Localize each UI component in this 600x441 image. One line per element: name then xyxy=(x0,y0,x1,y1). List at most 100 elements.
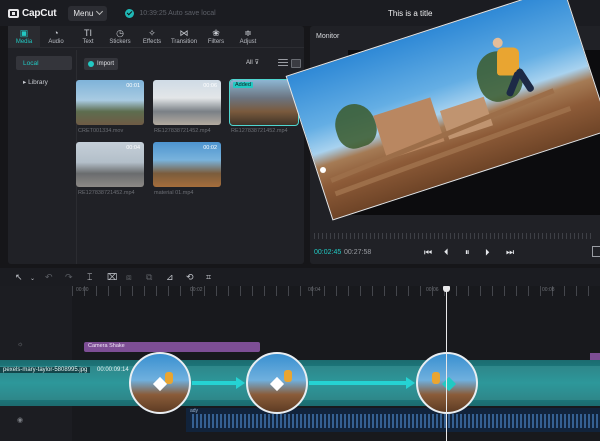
subnav-local[interactable]: Local xyxy=(16,56,72,70)
crop-icon[interactable]: ⌗ xyxy=(206,272,211,282)
media-clip-thumbnail[interactable]: 00:04 xyxy=(76,142,144,187)
list-view-icon[interactable] xyxy=(278,59,288,68)
audio-track-icon[interactable]: ◉ xyxy=(17,416,23,424)
clip-name: material 01.mp4 xyxy=(154,190,194,196)
keyframe-diamond-icon[interactable] xyxy=(269,376,285,392)
keyframe-zoom xyxy=(416,352,478,414)
filters-icon: ❀ xyxy=(212,28,220,38)
playhead-handle[interactable] xyxy=(443,286,450,292)
cover-icon[interactable]: ☼ xyxy=(17,341,23,348)
redo-icon[interactable]: ↷ xyxy=(65,272,73,282)
keyframe-zoom xyxy=(246,352,308,414)
media-clip-thumbnail[interactable]: 00:01 xyxy=(76,80,144,125)
filter-dropdown[interactable]: All ⊽ xyxy=(246,59,260,67)
media-subnav: Local ▸ Library xyxy=(16,56,72,94)
menu-button[interactable]: Menu xyxy=(68,5,108,21)
tab-label: Text xyxy=(82,39,94,45)
ruler-label: 00:08 xyxy=(542,287,555,293)
tab-audio[interactable]: ◔ Audio xyxy=(40,26,72,48)
project-title[interactable]: This is a title xyxy=(388,9,432,18)
tab-media[interactable]: ▣ Media xyxy=(8,26,40,48)
tab-stickers[interactable]: ◷ Stickers xyxy=(104,26,136,48)
tab-label: Transition xyxy=(170,39,198,45)
keyframe-zoom xyxy=(129,352,191,414)
split-icon[interactable]: ⌶ xyxy=(87,272,92,282)
pause-icon[interactable]: ⏸ xyxy=(465,248,470,257)
media-clip-thumbnail[interactable]: 00:02 xyxy=(153,142,221,187)
check-circle-icon xyxy=(125,8,135,18)
clip-duration: 00:06 xyxy=(203,83,217,89)
audio-icon: ◔ xyxy=(53,28,59,38)
filter-label: All xyxy=(246,59,253,66)
menu-label: Menu xyxy=(73,8,94,18)
clip-duration: 00:02 xyxy=(203,145,217,151)
grid-view-icon[interactable] xyxy=(291,59,301,68)
clip-duration: 00:01 xyxy=(126,83,140,89)
media-clip-thumbnail[interactable]: Added xyxy=(229,79,299,126)
mirror-icon[interactable]: ⊿ xyxy=(166,272,174,282)
skater xyxy=(284,370,292,382)
delete-icon[interactable]: ⌧ xyxy=(107,272,117,282)
reverse-icon[interactable]: ⧉ xyxy=(146,272,152,282)
ruler-label: 00:04 xyxy=(308,287,321,293)
tab-transition[interactable]: ⋈ Transition xyxy=(168,26,200,48)
tab-filters[interactable]: ❀ Filters xyxy=(200,26,232,48)
skip-start-icon[interactable]: ⏮ xyxy=(424,248,432,257)
view-toggles xyxy=(278,59,301,68)
capcut-window: CapCut Menu 10:39:25 Auto save local Thi… xyxy=(0,0,600,441)
tab-label: Media xyxy=(15,39,33,45)
plus-icon xyxy=(88,61,94,67)
keyframe-diamond-icon[interactable] xyxy=(441,376,457,392)
filter-icon: ⊽ xyxy=(254,60,260,66)
clip-name: CRET001334.mov xyxy=(78,128,124,134)
clip-name: RE127838721452.mp4 xyxy=(154,128,211,134)
transform-handle[interactable] xyxy=(320,167,326,173)
tab-label: Adjust xyxy=(239,39,257,45)
monitor-title: Monitor xyxy=(316,33,340,40)
tab-label: Effects xyxy=(142,39,162,45)
arrow-right-icon xyxy=(236,377,245,389)
time-ruler[interactable]: 00:00 00:02 00:04 00:06 00:08 xyxy=(72,286,600,296)
app-logo: CapCut xyxy=(8,7,57,19)
playhead[interactable] xyxy=(446,286,447,441)
clip-name: RE127838721452.mp4 xyxy=(78,190,135,196)
tab-text[interactable]: TI Text xyxy=(72,26,104,48)
freeze-icon[interactable]: ⧈ xyxy=(126,272,132,282)
effect-clip-label: Camera Shake xyxy=(88,343,125,349)
aspect-ratio-icon[interactable] xyxy=(592,246,600,257)
tab-label: Audio xyxy=(48,39,64,45)
skip-end-icon[interactable]: ⏭ xyxy=(506,248,514,257)
import-button[interactable]: Import xyxy=(84,58,118,70)
tab-effects[interactable]: ✧ Effects xyxy=(136,26,168,48)
ruler-label: 00:06 xyxy=(426,287,439,293)
cursor-icon[interactable]: ↖ xyxy=(15,272,23,282)
app-name: CapCut xyxy=(22,7,57,19)
step-forward-icon[interactable]: ⏵ xyxy=(485,248,490,257)
ruler-label: 00:02 xyxy=(190,287,203,293)
adjust-icon: ≑ xyxy=(244,28,252,38)
undo-icon[interactable]: ↶ xyxy=(45,272,53,282)
subnav-library[interactable]: ▸ Library xyxy=(16,75,72,89)
step-back-icon[interactable]: ⏴ xyxy=(444,248,449,257)
stickers-icon: ◷ xyxy=(116,28,124,38)
skater xyxy=(432,372,440,384)
media-panel: ▣ Media ◔ Audio TI Text ◷ Stickers ✧ Eff… xyxy=(8,26,304,264)
media-icon: ▣ xyxy=(19,28,29,38)
rotate-icon[interactable]: ⟲ xyxy=(186,272,194,282)
arrow-right-icon xyxy=(406,377,415,389)
current-time: 00:02:45 xyxy=(314,249,342,256)
monitor-panel: Monitor 00:02:45 00:27:58 ⏮ ⏴ ⏸ ⏵ ⏭ xyxy=(285,0,600,264)
media-clip-thumbnail[interactable]: 00:06 xyxy=(153,80,221,125)
preview-scrubber[interactable] xyxy=(314,233,594,239)
media-tabbar: ▣ Media ◔ Audio TI Text ◷ Stickers ✧ Eff… xyxy=(8,26,304,48)
chevron-down-icon[interactable]: ⌄ xyxy=(30,274,35,284)
tab-adjust[interactable]: ≑ Adjust xyxy=(232,26,264,48)
clip-name: RE127838721452.mp4 xyxy=(231,128,288,134)
audio-waveform xyxy=(192,414,600,428)
tab-label: Stickers xyxy=(109,39,131,45)
tab-label: Filters xyxy=(207,39,225,45)
chevron-down-icon xyxy=(96,7,104,16)
import-label: Import xyxy=(97,61,115,67)
audio-clip-label: ady xyxy=(190,408,199,414)
autosave-status: 10:39:25 Auto save local xyxy=(125,8,216,18)
